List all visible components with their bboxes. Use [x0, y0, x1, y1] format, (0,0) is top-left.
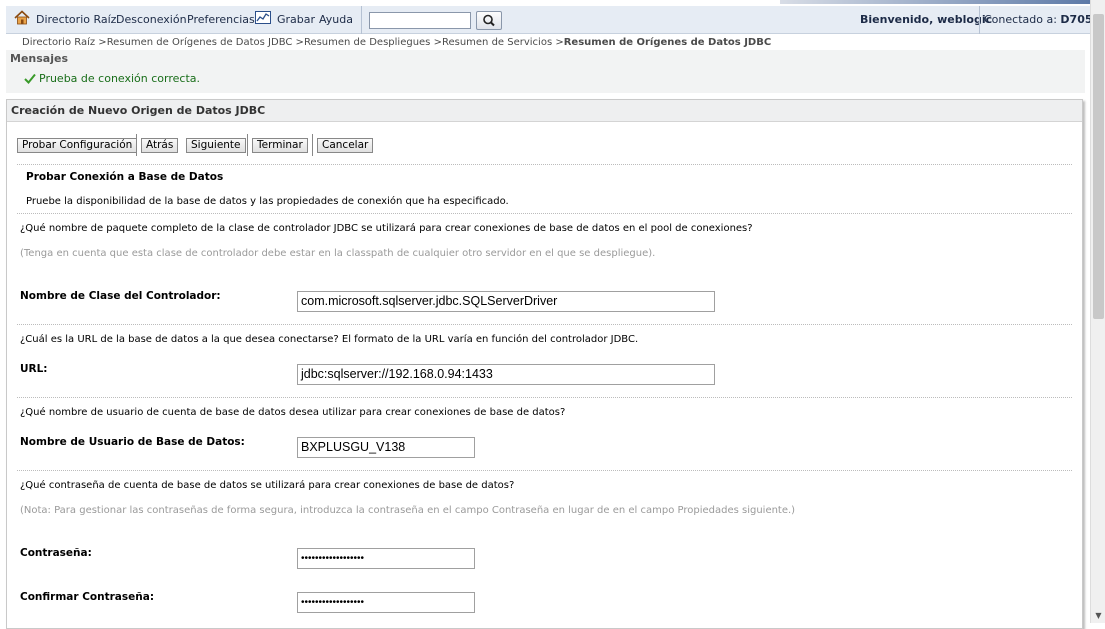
- section-title: Probar Conexión a Base de Datos: [26, 171, 224, 183]
- search-button[interactable]: [476, 11, 502, 30]
- user-question: ¿Qué nombre de usuario de cuenta de base…: [20, 407, 566, 418]
- search-icon: [483, 14, 495, 27]
- breadcrumb-item[interactable]: Resumen de Orígenes de Datos JDBC >: [107, 37, 304, 48]
- driver-class-input[interactable]: com.microsoft.sqlserver.jdbc.SQLServerDr…: [297, 291, 715, 312]
- section-description: Pruebe la disponibilidad de la base de d…: [26, 196, 509, 207]
- chart-icon[interactable]: [255, 10, 271, 25]
- button-divider: [247, 134, 248, 156]
- breadcrumb: Directorio Raíz >Resumen de Orígenes de …: [22, 37, 771, 49]
- welcome-text: Bienvenido, weblogic: [860, 13, 993, 26]
- header-divider: [979, 6, 980, 34]
- test-configuration-button[interactable]: Probar Configuración: [17, 138, 138, 153]
- header-divider: [361, 6, 362, 34]
- driver-label: Nombre de Clase del Controlador:: [20, 290, 221, 302]
- divider: [17, 470, 1072, 471]
- divider: [17, 397, 1072, 398]
- driver-note: (Tenga en cuenta que esta clase de contr…: [20, 248, 656, 259]
- confirm-password-input[interactable]: ••••••••••••••••••: [297, 592, 475, 613]
- cancel-button[interactable]: Cancelar: [317, 138, 374, 153]
- check-icon: [24, 73, 36, 84]
- password-note: (Nota: Para gestionar las contraseñas de…: [20, 505, 796, 516]
- url-input[interactable]: jdbc:sqlserver://192.168.0.94:1433: [297, 364, 715, 385]
- search-input[interactable]: [369, 12, 471, 29]
- breadcrumb-item[interactable]: Resumen de Servicios >: [442, 37, 564, 48]
- page-scrollbar[interactable]: ▼: [1090, 0, 1105, 623]
- connected-label: Conectado a:: [984, 13, 1061, 26]
- confirm-password-label: Confirmar Contraseña:: [20, 591, 155, 603]
- password-input[interactable]: ••••••••••••••••••: [297, 548, 475, 569]
- scrollbar-thumb[interactable]: [1093, 14, 1104, 319]
- connected-server-text: Conectado a: D7051: [984, 12, 1100, 28]
- user-label: Nombre de Usuario de Base de Datos:: [20, 436, 245, 448]
- finish-button[interactable]: Terminar: [252, 138, 308, 153]
- next-button[interactable]: Siguiente: [186, 138, 246, 153]
- divider: [17, 213, 1072, 214]
- panel-title: Creación de Nuevo Origen de Datos JDBC: [7, 100, 1082, 122]
- top-accent-bar: [780, 0, 1090, 4]
- nav-preferences-link[interactable]: Preferencias: [187, 12, 255, 28]
- global-header: Directorio Raíz Desconexión Preferencias…: [6, 6, 1100, 34]
- create-datasource-panel: Creación de Nuevo Origen de Datos JDBC P…: [6, 99, 1083, 629]
- back-button[interactable]: Atrás: [141, 138, 179, 153]
- password-question: ¿Qué contraseña de cuenta de base de dat…: [20, 480, 515, 491]
- nav-home-link[interactable]: Directorio Raíz: [36, 12, 116, 28]
- home-icon[interactable]: [14, 10, 30, 25]
- button-divider: [312, 134, 313, 156]
- success-message: Prueba de conexión correcta.: [24, 72, 200, 86]
- breadcrumb-current: Resumen de Orígenes de Datos JDBC: [563, 37, 772, 48]
- url-label: URL:: [20, 363, 48, 375]
- messages-title: Mensajes: [10, 52, 68, 65]
- divider: [17, 324, 1072, 325]
- breadcrumb-item[interactable]: Resumen de Despliegues >: [304, 37, 442, 48]
- messages-box: Mensajes Prueba de conexión correcta.: [6, 50, 1085, 93]
- password-label: Contraseña:: [20, 547, 92, 559]
- button-divider: [136, 134, 137, 156]
- divider: [17, 164, 1072, 165]
- success-message-text: Prueba de conexión correcta.: [39, 72, 201, 85]
- nav-record-link[interactable]: Grabar: [277, 12, 315, 28]
- driver-question: ¿Qué nombre de paquete completo de la cl…: [20, 223, 753, 234]
- url-question: ¿Cuál es la URL de la base de datos a la…: [20, 334, 639, 345]
- scroll-down-arrow-icon[interactable]: ▼: [1093, 611, 1104, 621]
- breadcrumb-item[interactable]: Directorio Raíz >: [22, 37, 107, 48]
- username-input[interactable]: BXPLUSGU_V138: [297, 437, 475, 458]
- nav-help-link[interactable]: Ayuda: [319, 12, 353, 28]
- nav-logout-link[interactable]: Desconexión: [116, 12, 187, 28]
